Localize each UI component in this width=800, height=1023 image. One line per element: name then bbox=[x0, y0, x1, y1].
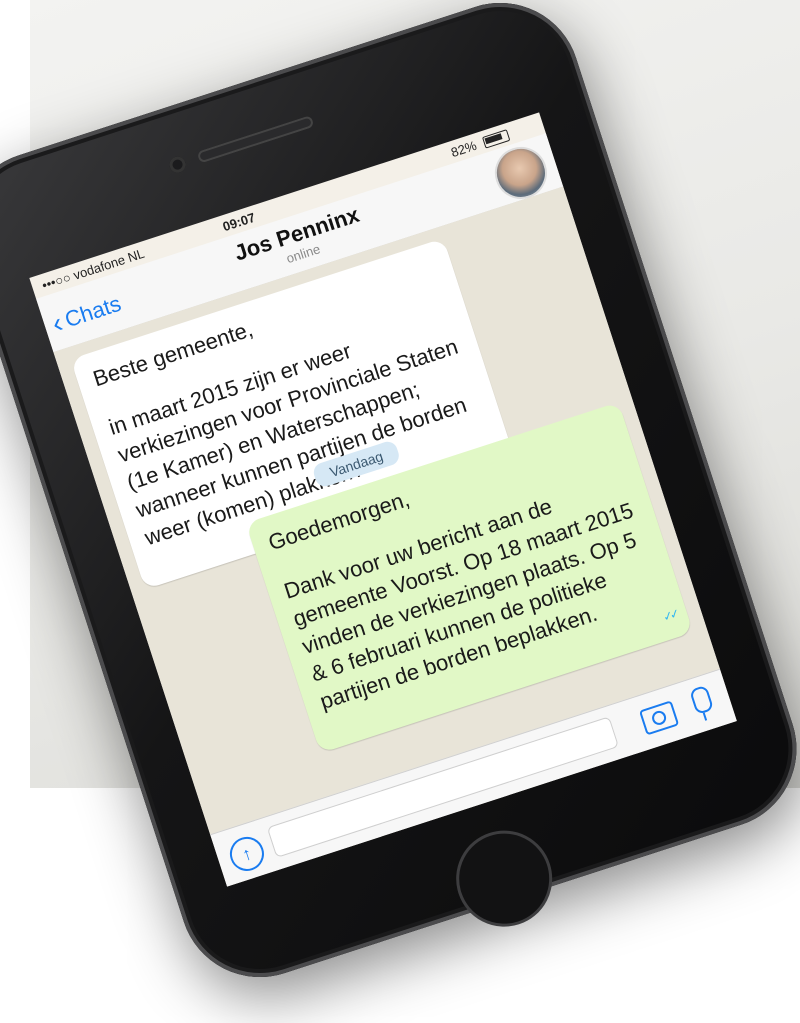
message-body: Dank voor uw bericht aan de gemeente Voo… bbox=[280, 493, 640, 715]
microphone-icon[interactable] bbox=[689, 684, 715, 716]
phone-screen: •••○○ vodafone NL 09:07 82% ‹ Chats Jos … bbox=[29, 112, 737, 887]
earpiece-speaker bbox=[196, 115, 315, 164]
front-camera bbox=[167, 154, 188, 175]
upload-icon[interactable]: ↑ bbox=[225, 832, 269, 876]
home-button[interactable] bbox=[443, 818, 565, 940]
camera-icon[interactable] bbox=[638, 700, 680, 736]
read-receipt-icon: ✓✓ bbox=[661, 606, 679, 625]
